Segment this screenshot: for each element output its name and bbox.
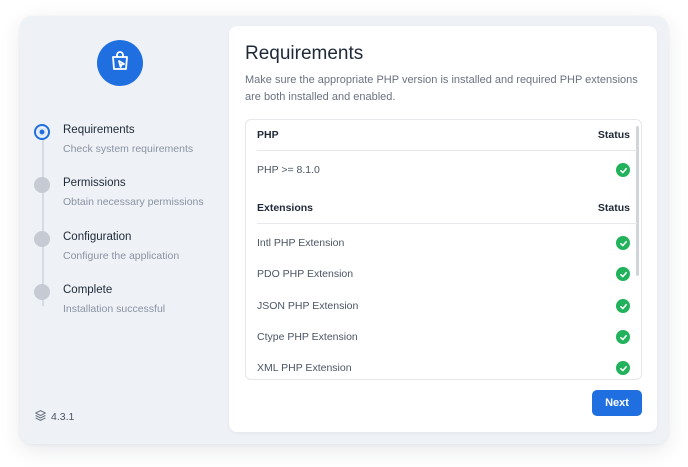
requirement-label: Intl PHP Extension <box>257 237 345 249</box>
table-row: Ctype PHP Extension <box>257 327 630 347</box>
step-title: Permissions <box>63 177 126 189</box>
step-title: Complete <box>63 284 113 296</box>
table-row: XML PHP Extension <box>257 358 630 378</box>
column-header-extensions: Extensions <box>257 202 314 214</box>
step-requirements[interactable]: Requirements Check system requirements <box>34 122 234 162</box>
extensions-header-row: Extensions Status <box>257 198 630 218</box>
requirement-label: Ctype PHP Extension <box>257 331 358 343</box>
layers-icon <box>34 409 47 425</box>
check-icon <box>616 236 630 250</box>
step-indicator <box>34 284 50 300</box>
column-header-php: PHP <box>257 129 279 141</box>
table-row: PDO PHP Extension <box>257 264 630 284</box>
step-description: Configure the application <box>63 250 180 262</box>
version-info: 4.3.1 <box>34 409 74 425</box>
step-description: Installation successful <box>63 303 166 315</box>
table-row: Intl PHP Extension <box>257 233 630 253</box>
table-row: PHP >= 8.1.0 <box>257 160 630 180</box>
check-icon <box>616 267 630 281</box>
requirement-label: XML PHP Extension <box>257 362 352 374</box>
php-header-row: PHP Status <box>257 125 630 145</box>
step-permissions[interactable]: Permissions Obtain necessary permissions <box>34 175 234 215</box>
requirement-label: PHP >= 8.1.0 <box>257 164 320 176</box>
divider <box>257 150 637 151</box>
check-icon <box>616 361 630 375</box>
page-title: Requirements <box>245 43 364 64</box>
step-indicator-active <box>34 124 50 140</box>
scrollbar[interactable] <box>636 126 639 276</box>
check-icon <box>616 330 630 344</box>
table-row: JSON PHP Extension <box>257 296 630 316</box>
shopping-bag-icon <box>108 49 132 78</box>
requirement-label: PDO PHP Extension <box>257 268 354 280</box>
step-description: Check system requirements <box>63 143 194 155</box>
check-icon <box>616 163 630 177</box>
divider <box>257 223 637 224</box>
step-title: Configuration <box>63 231 132 243</box>
version-label: 4.3.1 <box>51 411 75 423</box>
step-complete[interactable]: Complete Installation successful <box>34 282 234 322</box>
step-title: Requirements <box>63 124 135 136</box>
step-description: Obtain necessary permissions <box>63 196 204 208</box>
step-configuration[interactable]: Configuration Configure the application <box>34 229 234 269</box>
app-logo <box>97 40 143 86</box>
column-header-status: Status <box>597 129 630 141</box>
step-indicator <box>34 177 50 193</box>
installer-window: Requirements Check system requirements P… <box>20 16 668 444</box>
step-indicator <box>34 231 50 247</box>
requirement-label: JSON PHP Extension <box>257 300 359 312</box>
column-header-status: Status <box>597 202 630 214</box>
check-icon <box>616 299 630 313</box>
next-button[interactable]: Next <box>592 390 642 416</box>
page-description: Make sure the appropriate PHP version is… <box>245 74 638 103</box>
requirements-card: Requirements Make sure the appropriate P… <box>229 26 657 432</box>
requirements-table[interactable]: PHP Status PHP >= 8.1.0 Extensions Statu… <box>245 119 642 380</box>
